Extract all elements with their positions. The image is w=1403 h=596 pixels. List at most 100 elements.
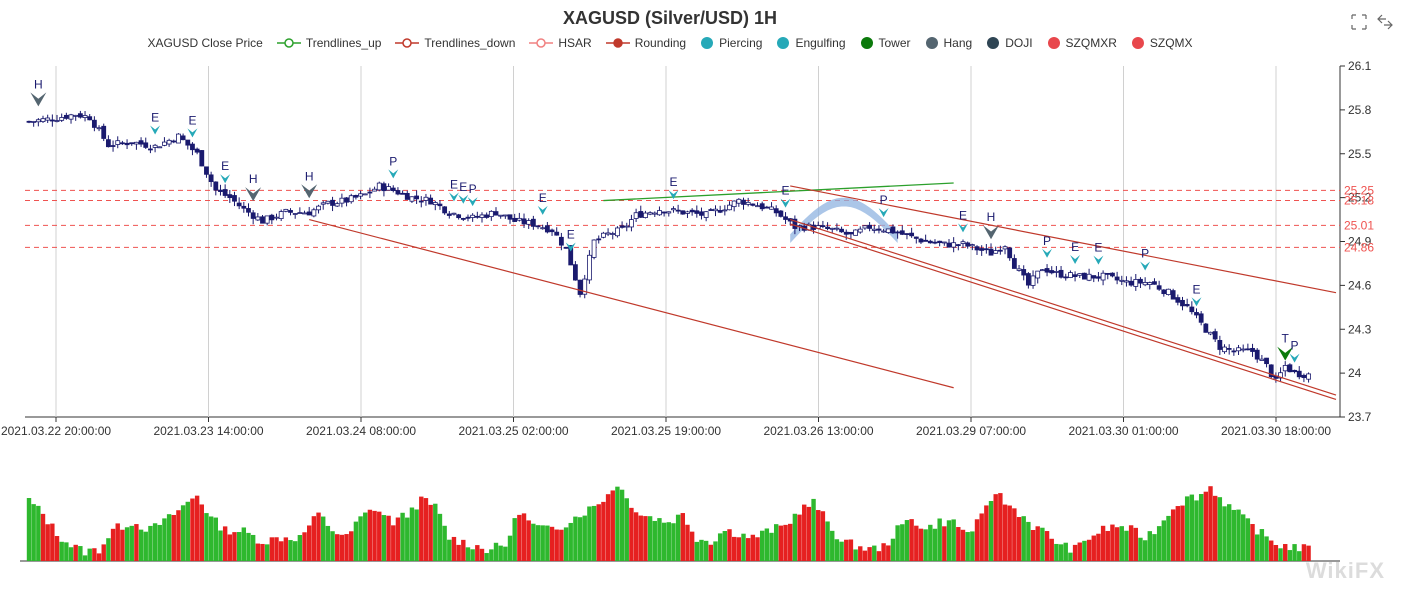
candle-body xyxy=(1124,280,1129,283)
legend-item[interactable]: DOJI xyxy=(986,36,1033,50)
candle-body xyxy=(320,202,326,205)
candle-body xyxy=(456,214,462,219)
y-tick-label: 23.7 xyxy=(1348,410,1372,424)
volume-bar xyxy=(26,498,32,561)
candle-body xyxy=(904,233,910,235)
volume-bar xyxy=(722,530,728,561)
candle-body xyxy=(1296,370,1302,378)
candle-body xyxy=(176,133,181,144)
zoom-icon[interactable] xyxy=(1351,14,1367,30)
volume-bar xyxy=(928,524,933,561)
volume-bar xyxy=(40,513,46,561)
legend-item[interactable]: XAGUSD Close Price xyxy=(147,36,262,50)
volume-bar xyxy=(713,541,718,561)
volume-bar xyxy=(1222,506,1227,561)
volume-bar xyxy=(956,527,961,561)
legend-item[interactable]: Hang xyxy=(925,36,972,50)
volume-bar xyxy=(395,517,401,561)
volume-bar xyxy=(278,541,284,561)
volume-bar xyxy=(825,521,830,561)
volume-bar xyxy=(1203,491,1209,561)
x-tick-label: 2021.03.26 13:00:00 xyxy=(763,424,873,438)
candle-body xyxy=(105,139,111,148)
legend-item[interactable]: Trendlines_down xyxy=(395,36,515,50)
legend-item[interactable]: SZQMX xyxy=(1131,36,1193,50)
signal-marker-pierce xyxy=(1289,353,1300,363)
candle-body xyxy=(1068,272,1073,278)
volume-bar xyxy=(120,529,125,561)
volume-bar xyxy=(689,531,695,561)
candle-body xyxy=(507,214,513,220)
volume-bar xyxy=(680,513,685,561)
legend-symbol xyxy=(777,37,790,49)
signal-label: P xyxy=(469,182,477,196)
volume-bar xyxy=(498,545,503,561)
volume-bar xyxy=(78,546,83,561)
volume-bar xyxy=(260,543,265,561)
volume-bar xyxy=(671,523,676,561)
candle-body xyxy=(330,199,335,206)
signal-label: P xyxy=(1291,339,1299,353)
candle-body xyxy=(1091,275,1097,279)
candle-body xyxy=(1142,282,1148,286)
legend-item[interactable]: Trendlines_up xyxy=(276,36,381,50)
candle-body xyxy=(143,142,149,148)
volume-bar xyxy=(1147,531,1152,561)
restore-icon[interactable] xyxy=(1377,14,1393,30)
volume-bar xyxy=(461,539,466,561)
volume-bar xyxy=(316,512,321,561)
volume-bar xyxy=(526,520,531,561)
volume-bar xyxy=(50,523,55,561)
volume-bar xyxy=(475,545,480,561)
candle-body xyxy=(755,205,760,208)
candle-body xyxy=(1184,303,1190,307)
legend-item[interactable]: Rounding xyxy=(605,36,686,50)
volume-bar xyxy=(839,541,844,561)
candle-body xyxy=(563,246,569,249)
volume-bar xyxy=(666,522,671,561)
volume-bar xyxy=(946,520,952,561)
legend-item[interactable]: SZQMXR xyxy=(1047,36,1117,50)
candle-body xyxy=(643,212,648,219)
candle-body xyxy=(269,214,275,221)
volume-bar xyxy=(811,498,816,561)
volume-bar xyxy=(493,542,499,561)
volume-bar xyxy=(321,516,326,561)
legend-item[interactable]: Tower xyxy=(860,36,911,50)
candle-body xyxy=(680,210,686,215)
volume-bar xyxy=(778,525,784,561)
legend-item[interactable]: Engulfing xyxy=(776,36,846,50)
legend-label: Tower xyxy=(878,36,911,50)
legend-item[interactable]: HSAR xyxy=(529,36,592,50)
candle-body xyxy=(498,214,504,217)
volume-bar xyxy=(400,512,405,561)
candle-body xyxy=(741,199,746,205)
volume-bar xyxy=(1026,521,1031,561)
volume-bar xyxy=(232,532,237,561)
volume-bar xyxy=(470,549,475,561)
volume-bar xyxy=(274,537,279,561)
volume-bar xyxy=(199,504,204,561)
legend-item[interactable]: Piercing xyxy=(700,36,762,50)
candle-body xyxy=(619,225,625,228)
legend-label: SZQMX xyxy=(1149,36,1193,50)
candle-body xyxy=(87,116,93,121)
volume-bar xyxy=(465,547,471,561)
candle-body xyxy=(1198,313,1204,323)
volume-bar xyxy=(554,529,559,561)
candle-body xyxy=(1077,273,1083,276)
signal-marker-engulf xyxy=(458,194,469,204)
candle-body xyxy=(502,214,508,217)
candle-body xyxy=(965,242,971,247)
volume-bar xyxy=(1044,531,1050,561)
candle-body xyxy=(162,141,167,146)
x-tick-label: 2021.03.30 18:00:00 xyxy=(1221,424,1331,438)
candle-body xyxy=(526,220,532,225)
volume-bar xyxy=(900,524,905,561)
signal-marker-pierce xyxy=(878,208,889,218)
volume-bar xyxy=(741,533,746,561)
candle-body xyxy=(937,240,943,244)
candle-body xyxy=(605,232,611,235)
candle-body xyxy=(306,211,312,216)
candle-body xyxy=(45,117,51,121)
